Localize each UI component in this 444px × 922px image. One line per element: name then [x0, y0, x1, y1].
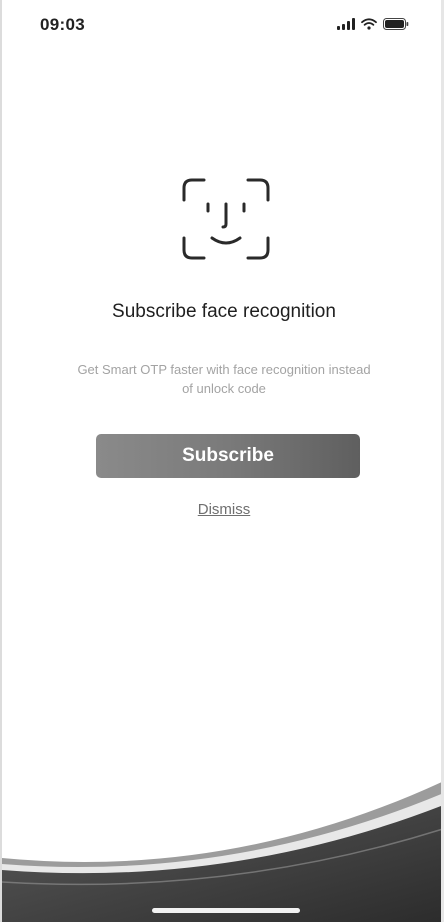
subtitle-text: Get Smart OTP faster with face recogniti…	[77, 362, 371, 396]
dismiss-row: Dismiss	[2, 501, 441, 518]
signal-icon	[337, 18, 355, 30]
page-title: Subscribe face recognition	[112, 301, 336, 322]
face-id-icon	[182, 178, 270, 260]
subscribe-button[interactable]: Subscribe	[96, 434, 360, 478]
screen: 09:03 Subscribe face recognition Get Sma…	[0, 0, 444, 922]
status-bar: 09:03	[2, 0, 441, 50]
status-time: 09:03	[40, 15, 85, 34]
wifi-icon	[361, 18, 377, 30]
battery-icon	[383, 18, 409, 30]
dismiss-link[interactable]: Dismiss	[198, 501, 251, 518]
status-icons	[337, 18, 409, 30]
home-indicator[interactable]	[152, 908, 300, 913]
bottom-wave-decoration	[2, 782, 441, 922]
